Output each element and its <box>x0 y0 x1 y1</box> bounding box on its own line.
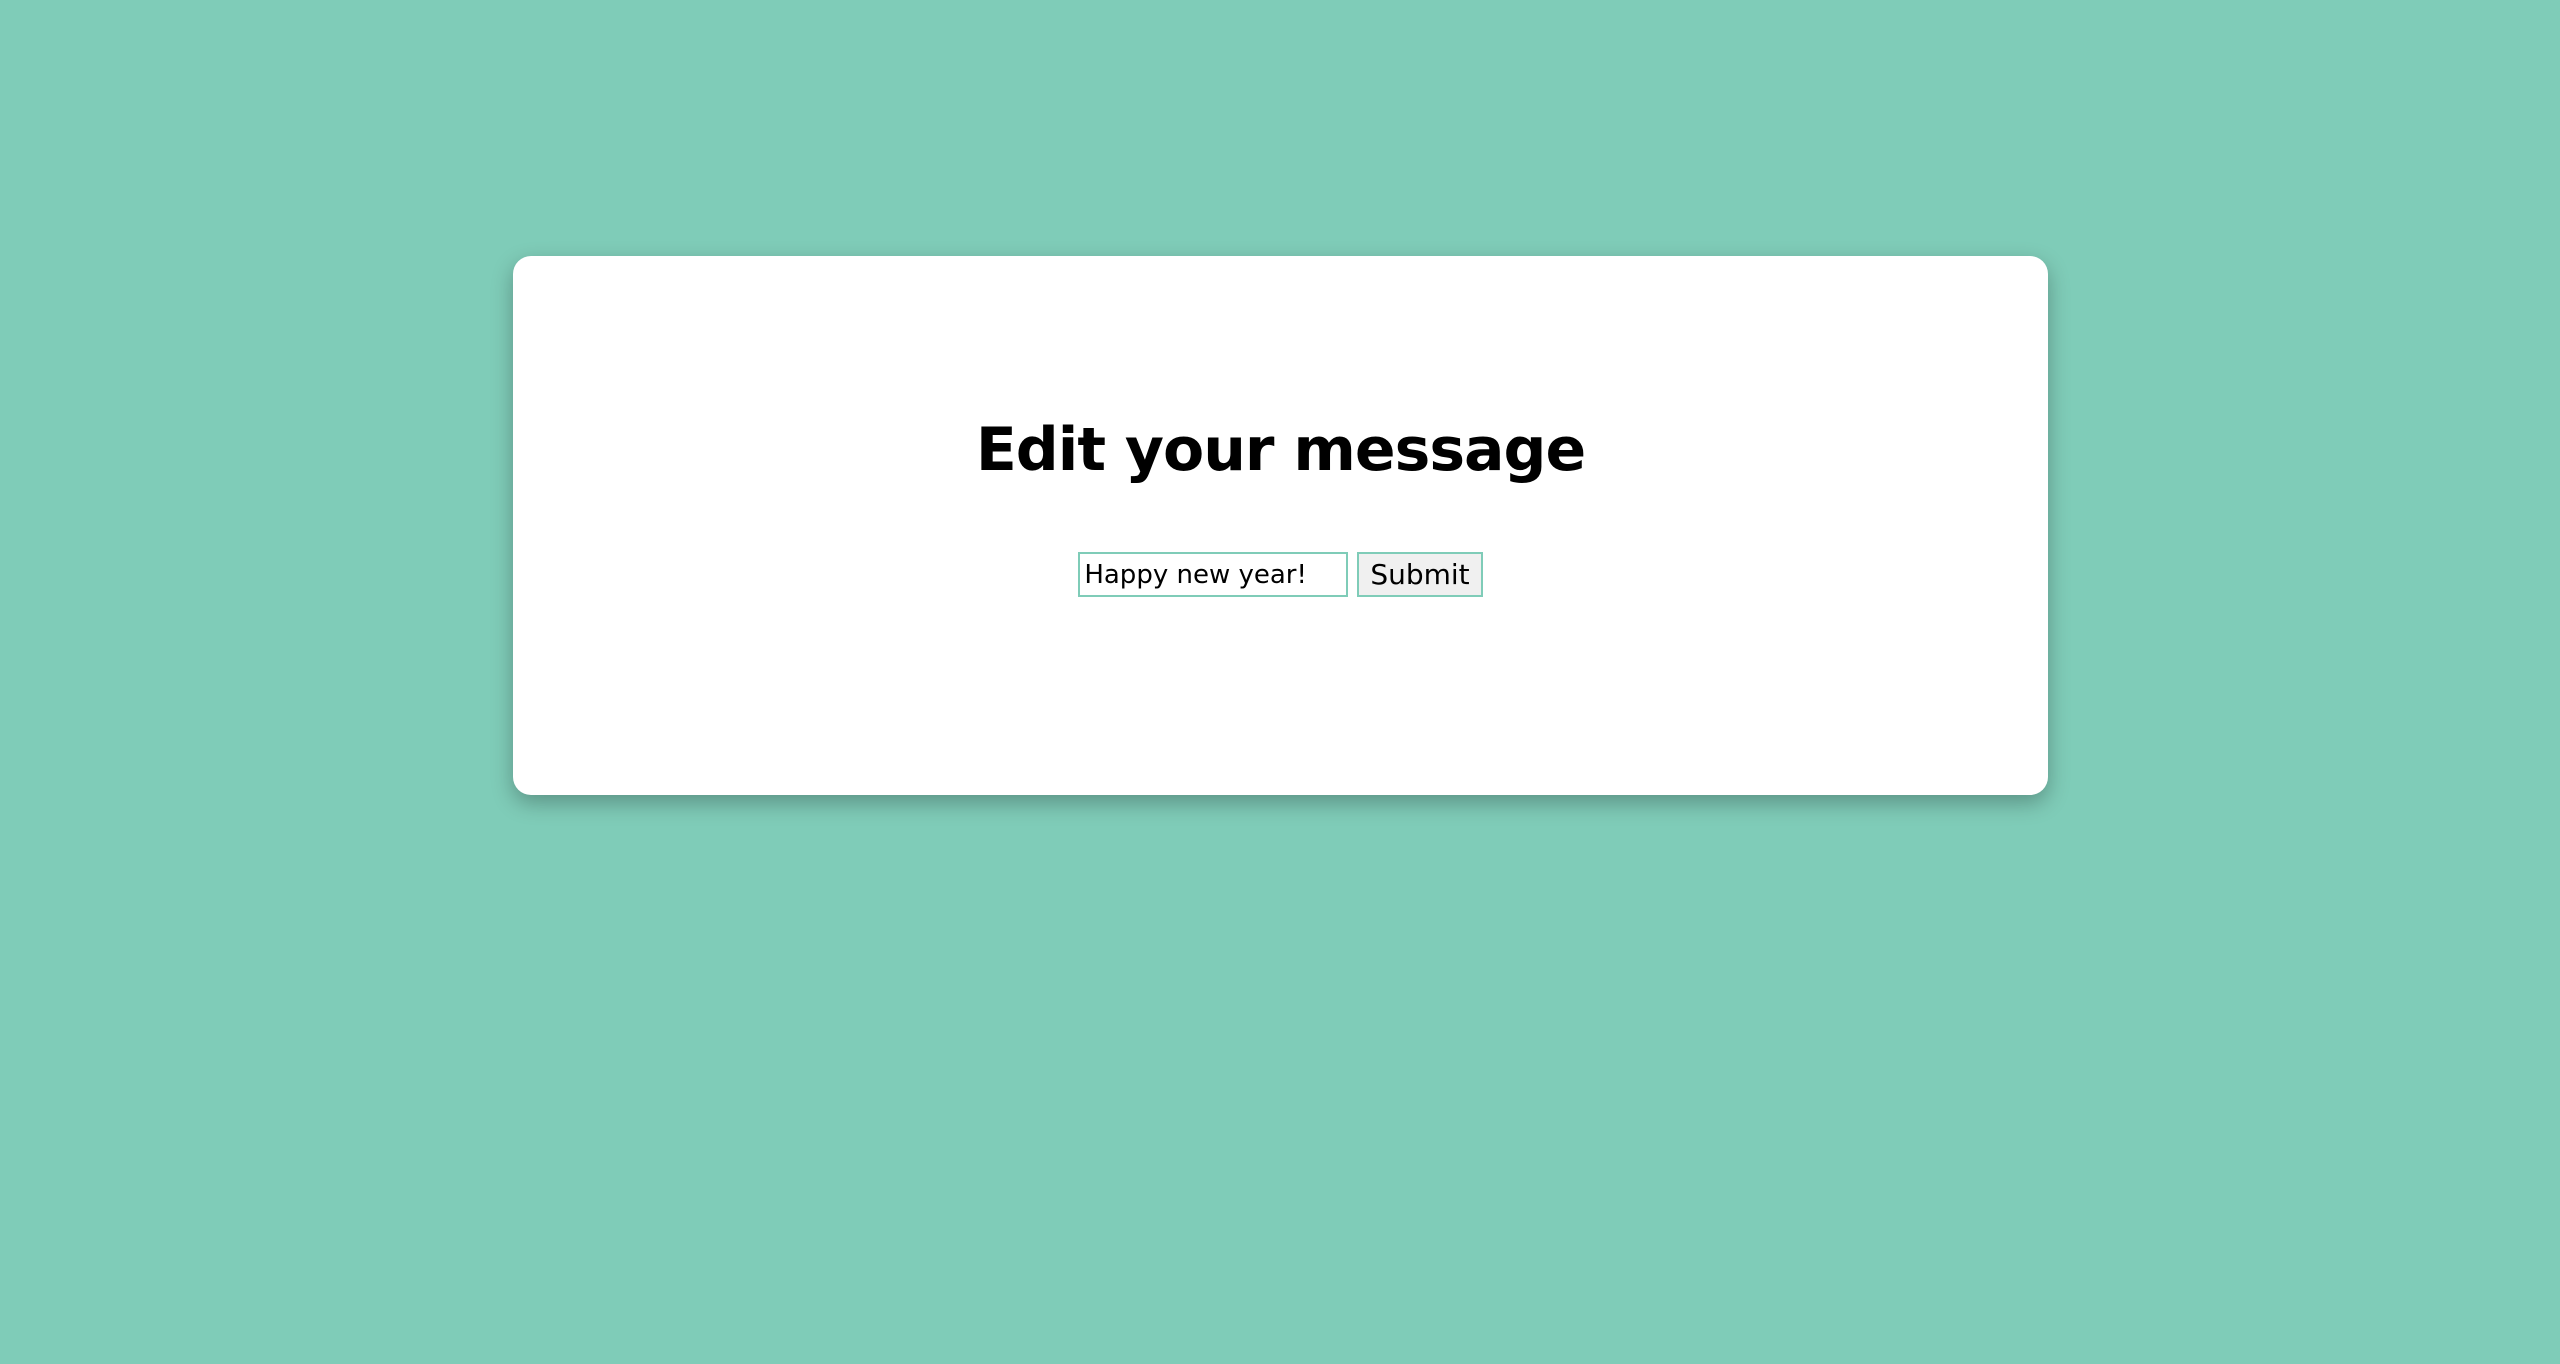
edit-message-card: Edit your message Submit <box>513 256 2048 795</box>
submit-button[interactable]: Submit <box>1357 552 1483 597</box>
page-background: { "colors": { "background": "#7fccb8", "… <box>0 0 2560 1364</box>
message-input[interactable] <box>1078 552 1349 597</box>
page-title: Edit your message <box>975 415 1586 485</box>
edit-message-form: Submit <box>513 552 2048 597</box>
